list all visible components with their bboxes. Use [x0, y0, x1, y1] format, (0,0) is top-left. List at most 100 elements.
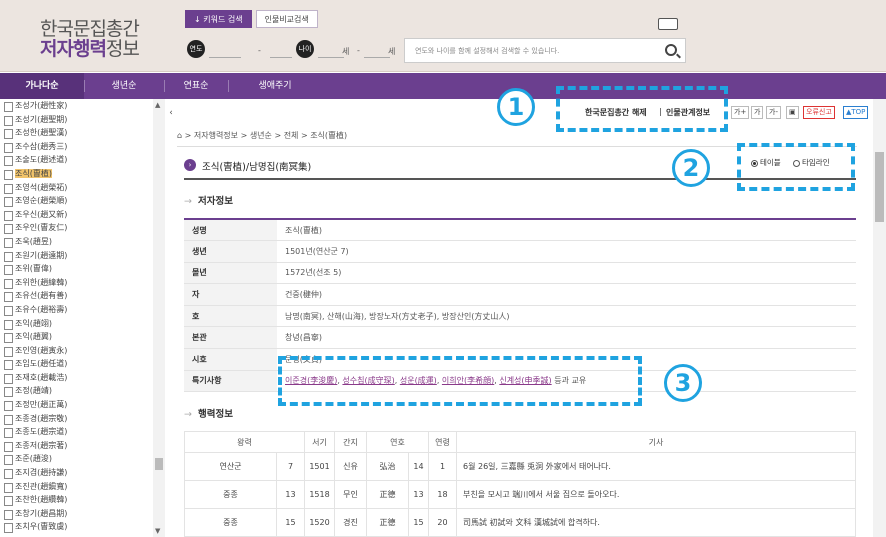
list-item-label: 조재호(趙載浩) — [15, 372, 68, 382]
list-item[interactable]: 조종도(趙宗道) — [0, 425, 164, 439]
list-item[interactable]: 조인영(趙寅永) — [0, 344, 164, 358]
list-item[interactable]: 조익(趙翊) — [0, 317, 164, 331]
activity-table: 왕력 서기 간지 연호 연령 기사 연산군 7 1501 신유 弘治 14 1 6월 26일,… — [184, 431, 856, 537]
list-item[interactable]: 조성기(趙聖期) — [0, 113, 164, 127]
list-item[interactable]: 조찬한(趙纘韓) — [0, 493, 164, 507]
age-separator: - — [357, 46, 360, 55]
list-item-label: 조종도(趙宗道) — [15, 427, 68, 437]
list-item-label: 조원기(趙遠期) — [15, 250, 68, 260]
list-item[interactable]: 조성가(趙性家) — [0, 99, 164, 113]
search-icon[interactable] — [665, 44, 677, 56]
author-list: 조성가(趙性家) 조성기(趙聖期) 조성한(趙聖漢) 조수삼(趙秀三) 조술도(… — [0, 99, 165, 537]
list-item[interactable]: 조원기(趙遠期) — [0, 249, 164, 263]
cell-event: 司馬試 初試와 文科 漢城試에 합격하다. — [456, 508, 856, 537]
table-row: 생년 1501년(연산군 7) — [184, 240, 856, 263]
collapse-sidebar-icon[interactable]: ‹ — [166, 104, 176, 122]
list-item-label: 조종경(趙宗敬) — [15, 413, 68, 423]
list-item[interactable]: 조위(曺偉) — [0, 262, 164, 276]
tab-keyword-search[interactable]: ↓ 키워드 검색 — [185, 10, 252, 28]
info-key: 특기사항 — [184, 370, 277, 393]
list-item[interactable]: 조진관(趙鎭寬) — [0, 480, 164, 494]
table-row: 자 건중(楗仲) — [184, 283, 856, 306]
home-icon[interactable]: ⌂ — [177, 131, 185, 140]
list-item-label: 조찬한(趙纘韓) — [15, 495, 68, 505]
cell-year: 1518 — [304, 480, 335, 509]
column-header: 기사 — [456, 431, 856, 453]
print-icon[interactable]: ▣ — [786, 106, 799, 119]
arrow-right-icon: → — [184, 409, 192, 420]
list-item[interactable]: 조우인(曺友仁) — [0, 221, 164, 235]
list-item[interactable]: 조치우(曺致虞) — [0, 520, 164, 534]
list-item[interactable]: 조성한(趙聖漢) — [0, 126, 164, 140]
search-tabs: ↓ 키워드 검색 인물비교검색 — [185, 10, 318, 28]
tab-person-compare[interactable]: 인물비교검색 — [255, 10, 318, 28]
top-button[interactable]: ▲TOP — [843, 106, 869, 119]
list-item[interactable]: 조수삼(趙秀三) — [0, 140, 164, 154]
search-input[interactable]: 연도와 나이를 함께 설정해서 검색할 수 있습니다. — [404, 38, 686, 63]
cell-era: 正德 — [366, 480, 409, 509]
font-increase-button[interactable]: 가+ — [731, 106, 750, 119]
list-item[interactable]: 조영순(趙榮順) — [0, 194, 164, 208]
cell-age: 20 — [428, 508, 457, 537]
list-item-label: 조종저(趙宗著) — [15, 440, 68, 450]
error-report-button[interactable]: 오류신고 — [803, 106, 835, 119]
year-from-input[interactable] — [209, 42, 241, 58]
cell-reign-year: 7 — [276, 452, 305, 481]
list-item-selected[interactable]: 조식(曺植) — [0, 167, 164, 181]
keyboard-icon[interactable] — [658, 18, 678, 30]
list-item[interactable]: 조위한(趙緯韓) — [0, 276, 164, 290]
nav-life-cycle[interactable]: 생애주기 — [228, 73, 322, 99]
info-value: 1572년(선조 5) — [277, 262, 856, 285]
info-value: 창녕(昌寧) — [277, 326, 856, 350]
list-item[interactable]: 조지겸(趙持謙) — [0, 466, 164, 480]
info-key: 호 — [184, 305, 277, 328]
annotation-box-3 — [278, 356, 642, 406]
nav-birth-year[interactable]: 생년순 — [84, 73, 164, 99]
list-item[interactable]: 조임도(趙任道) — [0, 357, 164, 371]
nav-chronology[interactable]: 연표순 — [164, 73, 228, 99]
list-item[interactable]: 조재호(趙載浩) — [0, 371, 164, 385]
list-item[interactable]: 조익(趙翼) — [0, 330, 164, 344]
logo-line2[interactable]: 저자행력정보 — [40, 34, 140, 61]
list-item[interactable]: 조정(趙靖) — [0, 384, 164, 398]
list-item[interactable]: 조술도(趙述道) — [0, 153, 164, 167]
list-item-label: 조욱(趙昱) — [15, 236, 52, 246]
list-item-label: 조우신(趙又新) — [15, 209, 68, 219]
list-item[interactable]: 조창기(趙昌期) — [0, 507, 164, 521]
age-to-input[interactable] — [364, 42, 390, 58]
sidebar-scroll-thumb[interactable] — [155, 458, 163, 470]
font-decrease-button[interactable]: 가- — [766, 106, 781, 119]
cell-king: 연산군 — [184, 452, 277, 481]
breadcrumb-path: > 저자행력정보 > 생년순 > 전체 > 조식(曺植) — [184, 131, 348, 140]
cell-age: 1 — [428, 452, 457, 481]
list-item-label: 조정(趙靖) — [15, 386, 52, 396]
page-title: 조식(曺植)/남명집(南冥集) — [202, 162, 312, 173]
annotation-badge-3: 3 — [664, 364, 702, 402]
list-item-label: 조치우(曺致虞) — [15, 522, 68, 532]
list-item[interactable]: 조유선(趙有善) — [0, 289, 164, 303]
list-item[interactable]: 조종경(趙宗敬) — [0, 412, 164, 426]
list-item[interactable]: 조종저(趙宗著) — [0, 439, 164, 453]
age-from-input[interactable] — [318, 42, 344, 58]
scroll-down-icon[interactable]: ▼ — [155, 527, 160, 535]
list-item[interactable]: 조우신(趙又新) — [0, 208, 164, 222]
list-item[interactable]: 조영석(趙榮祏) — [0, 181, 164, 195]
font-normal-button[interactable]: 가 — [751, 106, 764, 119]
year-to-input[interactable] — [270, 42, 292, 58]
main-scroll-thumb[interactable] — [875, 152, 884, 222]
cell-ganji: 무인 — [334, 480, 367, 509]
list-item-label: 조준(趙浚) — [15, 454, 52, 464]
list-item[interactable]: 조정만(趙正萬) — [0, 398, 164, 412]
table-row: 성명 조식(曺植) — [184, 219, 856, 242]
scroll-up-icon[interactable]: ▲ — [155, 101, 160, 109]
list-item[interactable]: 조욱(趙昱) — [0, 235, 164, 249]
list-item[interactable]: 조유수(趙裕壽) — [0, 303, 164, 317]
author-section-heading: → 저자정보 — [184, 193, 233, 207]
info-key: 몰년 — [184, 262, 277, 285]
list-item[interactable]: 조준(趙浚) — [0, 452, 164, 466]
list-item-label: 조지겸(趙持謙) — [15, 468, 68, 478]
info-value: 남명(南冥), 산해(山海), 방장노자(方丈老子), 방장산인(方丈山人) — [277, 305, 856, 328]
sidebar-scrollbar[interactable] — [153, 99, 165, 537]
list-item-label: 조수삼(趙秀三) — [15, 141, 68, 151]
nav-alphabetical[interactable]: 가나다순 — [0, 73, 84, 99]
